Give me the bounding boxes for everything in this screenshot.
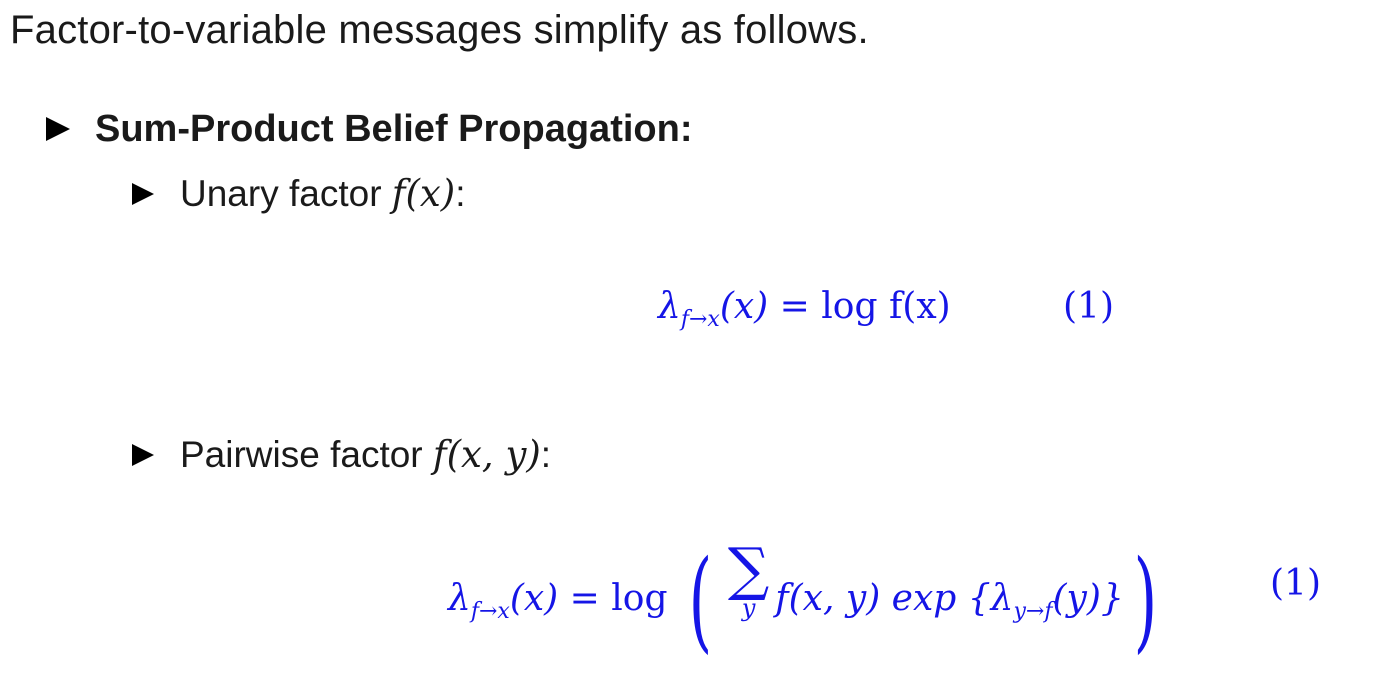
unary-equation: λf→x(x) = log f(x) [658,286,951,332]
eq2-lambda-sub: f→x [470,599,510,624]
eq2-body: f(x, y) exp {λ [775,578,1014,619]
pairwise-label-text: Pairwise factor [180,434,433,475]
eq2-body-end: (y)} [1052,578,1124,619]
section-heading: Sum-Product Belief Propagation: [95,108,693,150]
sub-bullet-triangle-icon [132,444,154,466]
eq1-lhs-arg: (x) [719,286,769,327]
eq2-lambda: λ [448,578,471,619]
sum-block: ∑ y [728,540,769,622]
bullet-triangle-icon [46,117,70,141]
pairwise-factor-label: Pairwise factor f(x, y): [180,433,551,476]
sub-bullet-triangle-icon [132,183,154,205]
unary-suffix: : [455,173,466,214]
right-paren: ) [1133,536,1158,664]
unary-label-text: Unary factor [180,173,392,214]
unary-math: f(x) [391,172,456,215]
pairwise-equation: λf→x(x) = log (∑ y f(x, y) exp {λy→f(y)}) [448,540,1167,655]
left-paren: ( [688,536,713,664]
sum-symbol: ∑ [727,535,770,603]
pairwise-math: f(x, y) [432,433,541,476]
eq2-number: (1) [1270,563,1321,604]
eq1-rhs: = log f(x) [779,286,951,327]
eq1-lambda-sub: f→x [680,307,720,332]
unary-factor-label: Unary factor f(x): [180,172,466,215]
eq2-op: = log [569,578,668,619]
eq2-body-sub: y→f [1013,599,1053,624]
pairwise-suffix: : [540,434,552,475]
intro-text: Factor-to-variable messages simplify as … [10,8,869,52]
eq1-number: (1) [1063,286,1114,327]
eq1-lambda: λ [658,286,681,327]
eq2-lhs-arg: (x) [509,578,559,619]
